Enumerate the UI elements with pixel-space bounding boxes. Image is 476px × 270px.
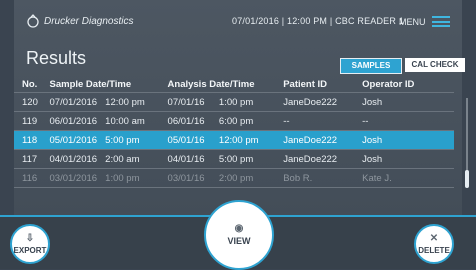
- export-label: EXPORT: [13, 245, 47, 255]
- export-button[interactable]: ⇩ EXPORT: [10, 224, 50, 264]
- table-row[interactable]: 120 07/01/2016 12:00 pm 07/01/16 1:00 pm…: [14, 92, 454, 112]
- tab-samples[interactable]: SAMPLES: [340, 58, 402, 74]
- delete-label: DELETE: [418, 245, 450, 255]
- delete-button[interactable]: ✕ DELETE: [414, 224, 454, 264]
- table-row[interactable]: 116 03/01/2016 1:00 pm 03/01/16 2:00 pm …: [14, 168, 454, 188]
- results-screen: Drucker Diagnostics 07/01/2016 | 12:00 P…: [14, 0, 469, 215]
- drucker-logo-icon: [27, 14, 39, 28]
- col-header-sample-datetime: Sample Date/Time: [49, 78, 132, 90]
- table-row-partial: [14, 187, 454, 198]
- header-bar: Drucker Diagnostics 07/01/2016 | 12:00 P…: [14, 0, 462, 40]
- menu-button[interactable]: MENU: [399, 16, 450, 27]
- header-device: CBC READER 1: [335, 16, 404, 26]
- table-row[interactable]: 119 06/01/2016 10:00 am 06/01/16 6:00 pm…: [14, 111, 454, 131]
- table-row[interactable]: 117 04/01/2016 2:00 am 04/01/16 5:00 pm …: [14, 149, 454, 169]
- view-label: VIEW: [227, 236, 251, 246]
- page-title: Results: [26, 48, 87, 68]
- col-header-patient-id: Patient ID: [283, 78, 328, 90]
- scrollbar-track[interactable]: [466, 98, 468, 178]
- col-header-analysis-datetime: Analysis Date/Time: [167, 78, 255, 90]
- table-row-selected[interactable]: 118 05/01/2016 5:00 pm 05/01/16 12:00 pm…: [14, 130, 454, 150]
- menu-label: MENU: [399, 16, 426, 27]
- brand-name: Drucker Diagnostics: [44, 15, 134, 27]
- brand-logo: Drucker Diagnostics: [26, 14, 133, 28]
- export-icon: ⇩: [25, 232, 35, 244]
- header-status: 07/01/2016 | 12:00 PM | CBC READER 1: [232, 16, 404, 26]
- header-time: 12:00 PM: [287, 16, 328, 26]
- hamburger-icon: [431, 16, 450, 27]
- col-header-no: No.: [22, 78, 38, 90]
- table-header-row: No. Sample Date/Time Analysis Date/Time …: [14, 76, 454, 93]
- tab-cal-check[interactable]: CAL CHECK: [405, 58, 465, 72]
- col-header-operator-id: Operator ID: [362, 78, 415, 90]
- close-icon: ✕: [429, 232, 439, 244]
- view-button[interactable]: ◉ VIEW: [204, 200, 274, 270]
- header-date: 07/01/2016: [232, 16, 280, 26]
- results-table: No. Sample Date/Time Analysis Date/Time …: [14, 76, 454, 198]
- scrollbar-thumb[interactable]: [465, 170, 469, 188]
- eye-icon: ◉: [234, 223, 244, 234]
